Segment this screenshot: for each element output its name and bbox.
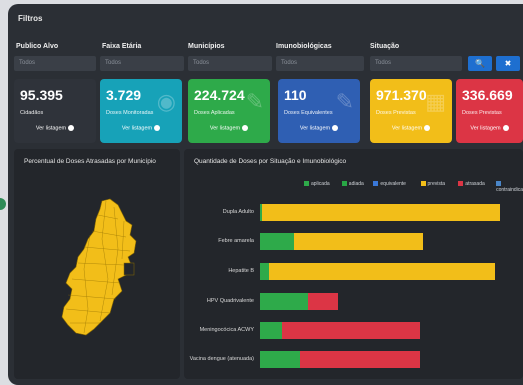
ver-listagem-button[interactable]: Ver listagem [14,125,96,131]
card-value: 971.370 [376,87,427,103]
card-value: 110 [284,87,307,103]
card-label: Cidadãos [20,110,44,116]
bar-segment-atrasada[interactable] [300,351,420,368]
legend-item-atrasada: atrasada [458,181,485,187]
arrow-circle-icon [332,125,339,131]
chart-panel-title: Quantidade de Doses por Situação e Imuno… [194,158,347,165]
category-label: Vacina dengue (atenuada) [189,356,254,362]
card-doses-aplicadas: ✎ 224.724 Doses Aplicadas Ver listagem [188,79,270,143]
ver-listagem-label: Ver listagem [299,125,331,132]
legend-swatch [496,181,502,187]
card-label: Doses Previstas [462,110,502,116]
arrow-circle-icon [68,125,75,131]
legend-swatch [373,181,379,187]
ver-listagem-button[interactable]: Ver listagem [456,125,523,131]
clear-filter-icon: ✖ [504,59,512,68]
ver-listagem-label: Ver listagem [35,125,67,132]
filter-label-publico-alvo: Publico Alvo [16,43,59,50]
legend-swatch [304,181,309,187]
category-label: Hepatite B [228,268,254,274]
arrow-circle-icon [424,125,431,131]
syringe-icon: ✎ [245,89,264,114]
bar-segment-aplicada[interactable] [260,263,269,280]
ver-listagem-label: Ver listagem [391,125,423,132]
legend-item-adiada: adiada [341,181,364,187]
legend-item-equivalente: equivalente [373,181,406,187]
card-value: 224.724 [194,87,245,103]
filter-label-municipios: Municípios [188,43,225,50]
filter-faixa-etaria-input[interactable]: Todos [100,56,184,71]
ver-listagem-button[interactable]: Ver listagem [100,125,182,131]
legend-label: atrasada [465,181,485,187]
ver-listagem-label: Ver listagem [209,125,241,132]
card-value: 95.395 [20,87,63,103]
ver-listagem-button[interactable]: Ver listagem [188,125,270,131]
legend-item-aplicada: aplicada [304,181,330,187]
bar-segment-aplicada[interactable] [260,351,300,368]
legend-label: adiada [348,181,364,187]
legend-item-contraindicada: contraindicada [496,181,523,193]
filter-publico-alvo-input[interactable]: Todos [14,56,96,71]
card-value: 3.729 [106,87,142,103]
legend-label: contraindicada [496,187,523,193]
filter-label-faixa-etaria: Faixa Etária [102,43,142,50]
map-panel: Percentual de Doses Atrasadas por Municí… [14,149,180,379]
bar-segment-aplicada[interactable] [260,293,308,310]
legend-swatch [341,181,347,187]
page-title: Filtros [18,14,43,23]
legend-label: prevista [427,181,446,187]
ver-listagem-label: Ver listagem [121,125,153,132]
dashboard-frame: Filtros Publico Alvo Faixa Etária Municí… [8,4,523,385]
card-label: Doses Monitoradas [106,110,154,116]
filter-municipios-input[interactable]: Todos [188,56,272,71]
category-label: HPV Quadrivalente [206,298,254,304]
bar-segment-atrasada[interactable] [308,293,338,310]
category-label: Meningocócica ACWY [199,327,254,333]
syringe-icon: ✎ [335,89,354,114]
bar-segment-prevista[interactable] [294,233,423,250]
card-doses-previstas: ▦ 971.370 Doses Previstas Ver listagem [370,79,452,143]
calendar-icon: ▦ [425,89,446,114]
eye-icon: ◉ [156,89,176,114]
search-button[interactable]: 🔍 [468,56,492,71]
bar-segment-prevista[interactable] [262,204,500,221]
legend-swatch [458,181,464,187]
bar-segment-aplicada[interactable] [260,322,282,339]
card-doses-monitoradas: ◉ 3.729 Doses Monitoradas Ver listagem [100,79,182,143]
ver-listagem-label: Ver listagem [470,125,501,132]
card-label: Doses Equivalentes [284,110,333,116]
search-icon: 🔍 [475,59,485,68]
legend-label: equivalente [380,181,406,187]
legend-label: aplicada [311,181,330,187]
bar-segment-prevista[interactable] [269,263,495,280]
bar-segment-aplicada[interactable] [260,233,294,250]
card-label: Doses Previstas [376,110,416,116]
ver-listagem-button[interactable]: Ver listagem [370,125,452,131]
card-doses-atrasadas: 336.669 Doses Previstas Ver listagem [456,79,523,143]
arrow-circle-icon [242,125,249,131]
side-bullet [0,198,6,210]
clear-filter-button[interactable]: ✖ [496,56,520,71]
card-cidadaos: 95.395 Cidadãos Ver listagem [14,79,96,143]
municipality-map[interactable] [14,149,180,379]
card-doses-equivalentes: ✎ 110 Doses Equivalentes Ver listagem [278,79,360,143]
bar-segment-atrasada[interactable] [282,322,420,339]
legend-swatch [420,181,426,187]
arrow-circle-icon [154,125,161,131]
filter-imunobiologicas-input[interactable]: Todos [276,56,364,71]
filter-label-imunobiologicas: Imunobiológicas [276,43,332,50]
category-label: Febre amarela [218,238,254,244]
ver-listagem-button[interactable]: Ver listagem [278,125,360,131]
legend-item-prevista: prevista [420,181,446,187]
category-label: Dupla Adulto [222,209,254,215]
filter-situacao-input[interactable]: Todos [370,56,462,71]
card-label: Doses Aplicadas [194,110,235,116]
card-value: 336.669 [462,87,513,103]
filter-label-situacao: Situação [370,43,400,50]
arrow-circle-icon [502,125,509,131]
